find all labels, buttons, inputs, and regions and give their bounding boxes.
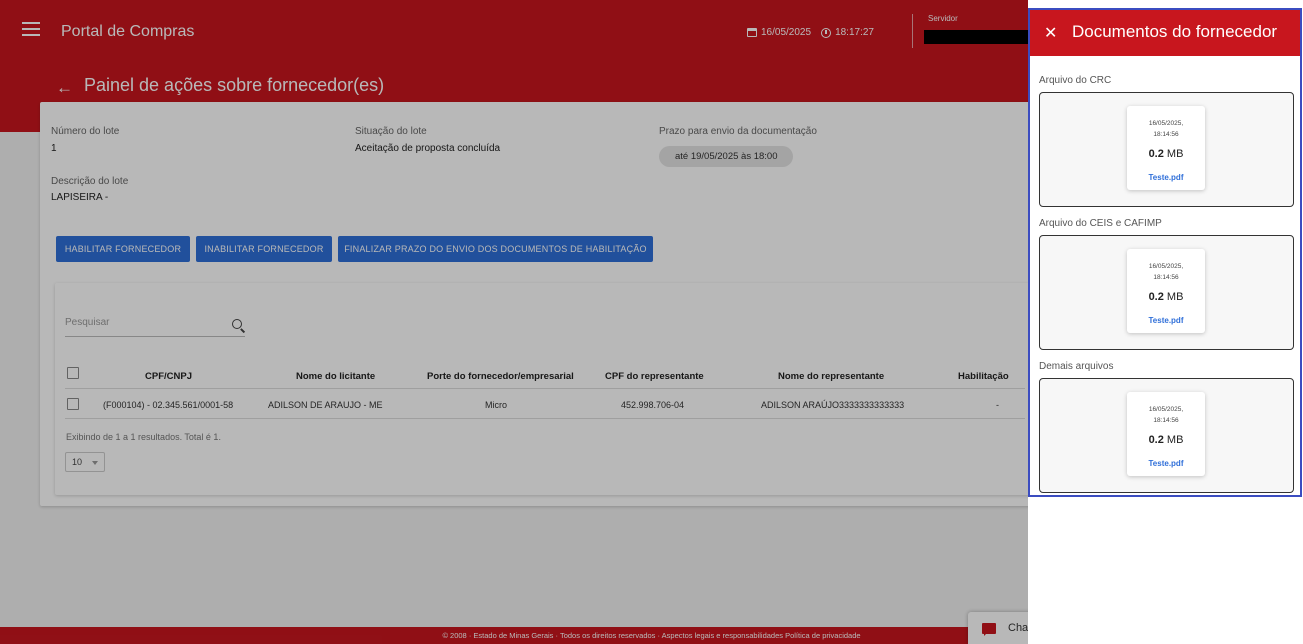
document-card[interactable]: 16/05/2025, 18:14:56 0.2 MB Teste.pdf	[1127, 249, 1205, 333]
document-file-link[interactable]: Teste.pdf	[1127, 459, 1205, 468]
document-file-link[interactable]: Teste.pdf	[1127, 173, 1205, 182]
document-date: 16/05/2025, 18:14:56	[1148, 406, 1184, 424]
panel-title: Documentos do fornecedor	[1072, 22, 1278, 41]
document-date: 16/05/2025, 18:14:56	[1148, 120, 1184, 138]
document-date: 16/05/2025, 18:14:56	[1148, 263, 1184, 281]
document-card[interactable]: 16/05/2025, 18:14:56 0.2 MB Teste.pdf	[1127, 392, 1205, 476]
section-label-ceis-cafimp: Arquivo do CEIS e CAFIMP	[1039, 218, 1162, 229]
document-file-link[interactable]: Teste.pdf	[1127, 316, 1205, 325]
section-label-demais-arquivos: Demais arquivos	[1039, 361, 1114, 372]
modal-backdrop[interactable]	[0, 0, 1028, 644]
document-card[interactable]: 16/05/2025, 18:14:56 0.2 MB Teste.pdf	[1127, 106, 1205, 190]
document-size: 0.2 MB	[1148, 434, 1184, 446]
document-box-ceis-cafimp: 16/05/2025, 18:14:56 0.2 MB Teste.pdf	[1039, 235, 1294, 350]
panel-header: ✕ Documentos do fornecedor	[1030, 10, 1300, 56]
close-icon[interactable]: ✕	[1044, 23, 1057, 43]
document-size: 0.2 MB	[1148, 148, 1184, 160]
document-box-demais-arquivos: 16/05/2025, 18:14:56 0.2 MB Teste.pdf	[1039, 378, 1294, 493]
document-size: 0.2 MB	[1148, 291, 1184, 303]
document-box-crc: 16/05/2025, 18:14:56 0.2 MB Teste.pdf	[1039, 92, 1294, 207]
section-label-crc: Arquivo do CRC	[1039, 75, 1112, 86]
